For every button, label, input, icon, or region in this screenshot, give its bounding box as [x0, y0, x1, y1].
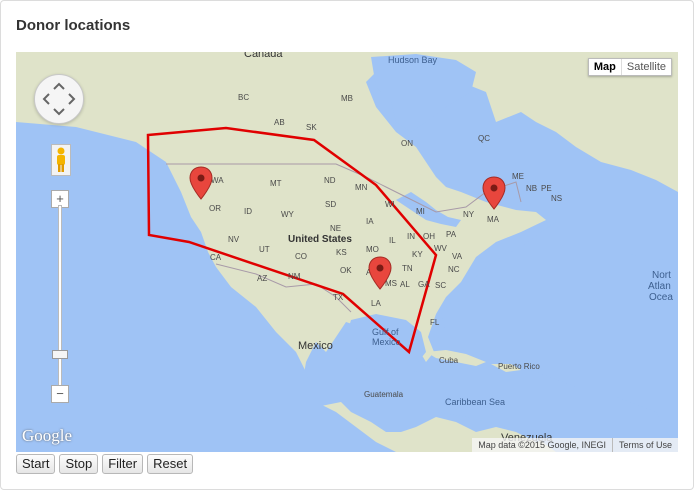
zoom-out-button[interactable]: − — [51, 385, 69, 403]
label-ns: NS — [551, 194, 563, 203]
label-va: VA — [452, 252, 463, 261]
label-nc: NC — [448, 265, 460, 274]
label-ga: GA — [418, 280, 430, 289]
zoom-slider-handle[interactable] — [52, 350, 68, 359]
label-il: IL — [389, 236, 396, 245]
label-nb: NB — [526, 184, 538, 193]
label-az: AZ — [257, 274, 268, 283]
start-button[interactable]: Start — [16, 454, 56, 474]
label-ne: NE — [330, 224, 342, 233]
label-qc: QC — [478, 134, 490, 143]
street-view-pegman[interactable] — [51, 144, 71, 176]
panel-title: Donor locations — [16, 17, 131, 34]
label-mn: MN — [355, 183, 368, 192]
label-sd: SD — [325, 200, 337, 209]
label-nv: NV — [228, 235, 240, 244]
map-marker-louisiana[interactable] — [368, 256, 392, 290]
label-tn: TN — [402, 264, 413, 273]
label-canada: Canada — [244, 52, 283, 60]
label-co: CO — [295, 252, 307, 261]
label-pa: PA — [446, 230, 457, 239]
label-ocean-3: Ocea — [649, 292, 673, 303]
filter-button[interactable]: Filter — [102, 454, 144, 474]
label-ny: NY — [463, 210, 475, 219]
label-in: IN — [407, 232, 415, 241]
label-or: OR — [209, 204, 221, 213]
label-ia: IA — [366, 217, 374, 226]
label-wi: WI — [385, 200, 395, 209]
label-id: ID — [244, 207, 252, 216]
label-guatemala: Guatemala — [364, 390, 404, 399]
label-on: ON — [401, 139, 413, 148]
label-nd: ND — [324, 176, 336, 185]
pegman-icon — [57, 147, 65, 172]
google-logo: Google — [22, 426, 73, 445]
label-hudson-bay: Hudson Bay — [388, 55, 438, 65]
map-type-map-button[interactable]: Map — [589, 59, 622, 75]
map-canvas[interactable]: Canada Hudson Bay United States Mexico G… — [16, 52, 678, 452]
label-tx: TX — [333, 293, 344, 302]
label-bc: BC — [238, 93, 250, 102]
label-fl: FL — [430, 318, 440, 327]
label-me: ME — [512, 172, 524, 181]
label-mexico: Mexico — [298, 340, 333, 352]
zoom-slider-track[interactable] — [58, 205, 62, 387]
label-mt: MT — [270, 179, 282, 188]
pan-arrows-icon — [42, 82, 76, 116]
control-buttons: Start Stop Filter Reset — [16, 454, 194, 474]
stop-button[interactable]: Stop — [59, 454, 99, 474]
label-puerto-rico: Puerto Rico — [498, 362, 540, 371]
label-la: LA — [371, 299, 381, 308]
label-ocean-1: Nort — [652, 270, 671, 281]
donor-locations-panel: Donor locations Canada Hudson Bay United… — [0, 0, 694, 490]
map-type-control: Map Satellite — [587, 58, 672, 76]
attribution-text: Map data ©2015 Google, INEGI — [478, 440, 606, 450]
label-cuba: Cuba — [439, 356, 459, 365]
label-ok: OK — [340, 266, 352, 275]
label-sc: SC — [435, 281, 447, 290]
label-nm: NM — [288, 272, 301, 281]
label-sk: SK — [306, 123, 317, 132]
pan-control[interactable] — [34, 74, 84, 124]
label-gulf: Gulf of Mexico — [372, 327, 401, 347]
map-marker-massachusetts[interactable] — [482, 176, 506, 210]
label-ca: CA — [210, 253, 222, 262]
label-oh: OH — [423, 232, 435, 241]
map-type-satellite-button[interactable]: Satellite — [622, 59, 671, 75]
label-united-states: United States — [288, 234, 352, 245]
label-al: AL — [400, 280, 410, 289]
label-ma: MA — [487, 215, 499, 224]
label-ky: KY — [412, 250, 423, 259]
map-marker-oregon[interactable] — [189, 166, 213, 200]
label-mo: MO — [366, 245, 379, 254]
reset-button[interactable]: Reset — [147, 454, 194, 474]
label-wy: WY — [281, 210, 294, 219]
label-mb: MB — [341, 94, 353, 103]
terms-of-use-link[interactable]: Terms of Use — [611, 438, 678, 452]
label-mi: MI — [416, 207, 425, 216]
label-ab: AB — [274, 118, 285, 127]
label-ks: KS — [336, 248, 347, 257]
hudson-bay — [371, 54, 476, 132]
label-wv: WV — [434, 244, 447, 253]
label-ut: UT — [259, 245, 270, 254]
map-attribution: Map data ©2015 Google, INEGI Terms of Us… — [472, 438, 678, 452]
map-tiles — [16, 52, 678, 452]
label-caribbean: Caribbean Sea — [445, 397, 506, 407]
label-pe: PE — [541, 184, 552, 193]
label-ocean-2: Atlan — [648, 281, 671, 292]
